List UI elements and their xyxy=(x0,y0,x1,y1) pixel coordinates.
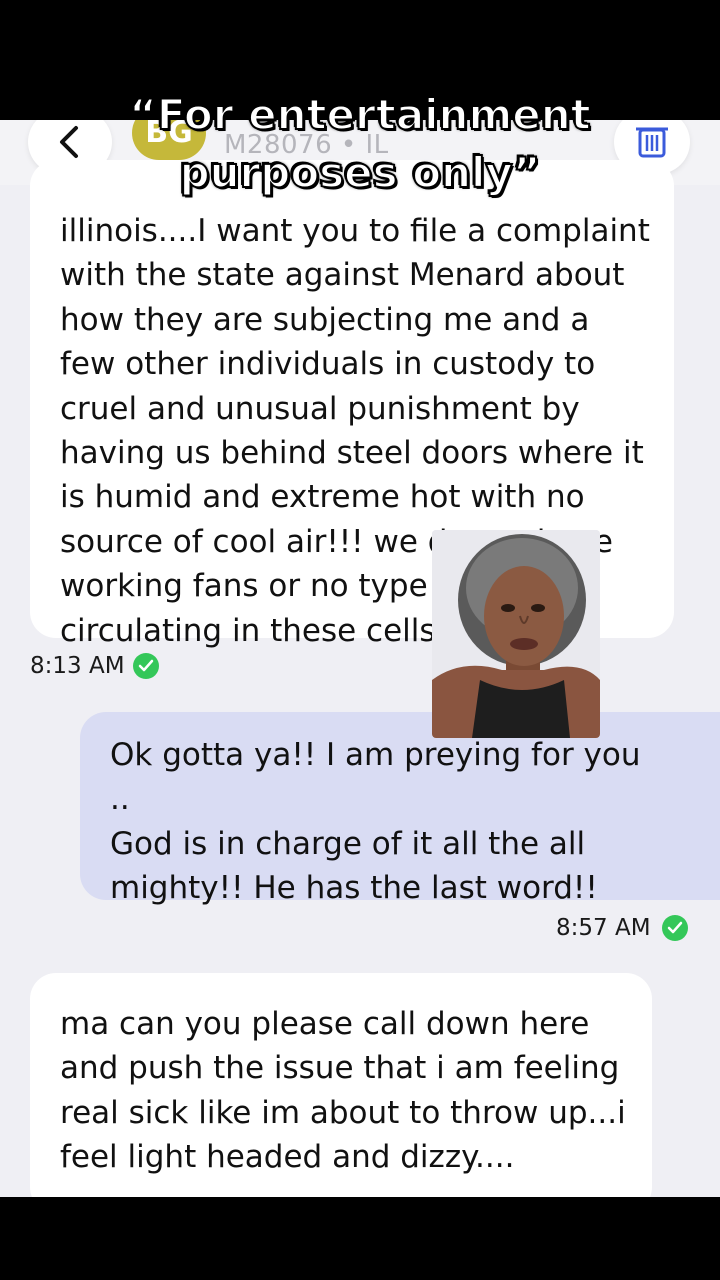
incoming-message-bubble[interactable]: ma can you please call down here and pus… xyxy=(30,973,652,1197)
message-timestamp: 8:57 AM xyxy=(556,915,651,941)
trash-icon xyxy=(636,127,668,158)
message-screen: BG M28076 • IL illinois....I want you to… xyxy=(0,120,720,1197)
chevron-left-icon xyxy=(60,126,78,158)
presenter-video-overlay xyxy=(432,530,600,738)
message-text: Ok gotta ya!! I am preying for you .. Go… xyxy=(110,737,641,907)
presenter-portrait xyxy=(432,530,600,738)
contact-subtitle: M28076 • IL xyxy=(224,130,389,160)
outgoing-message-bubble[interactable]: Ok gotta ya!! I am preying for you .. Go… xyxy=(80,712,720,906)
check-circle-icon xyxy=(133,653,159,679)
check-circle-icon xyxy=(662,915,688,941)
message-timestamp: 8:13 AM xyxy=(30,653,125,679)
message-text: ma can you please call down here and pus… xyxy=(60,1006,626,1176)
contact-avatar[interactable]: BG xyxy=(132,120,206,160)
